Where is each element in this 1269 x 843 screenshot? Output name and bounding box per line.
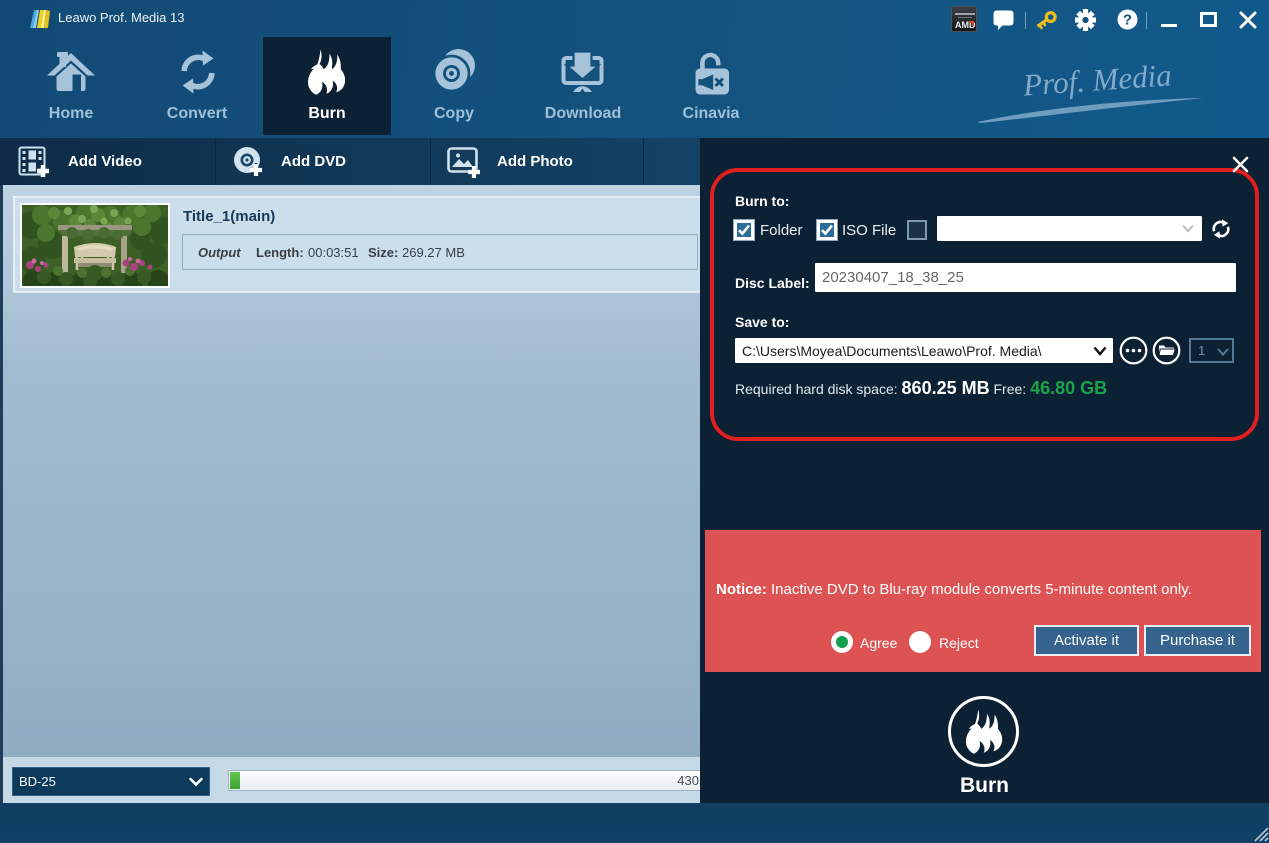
svg-text:?: ? — [1123, 12, 1132, 29]
